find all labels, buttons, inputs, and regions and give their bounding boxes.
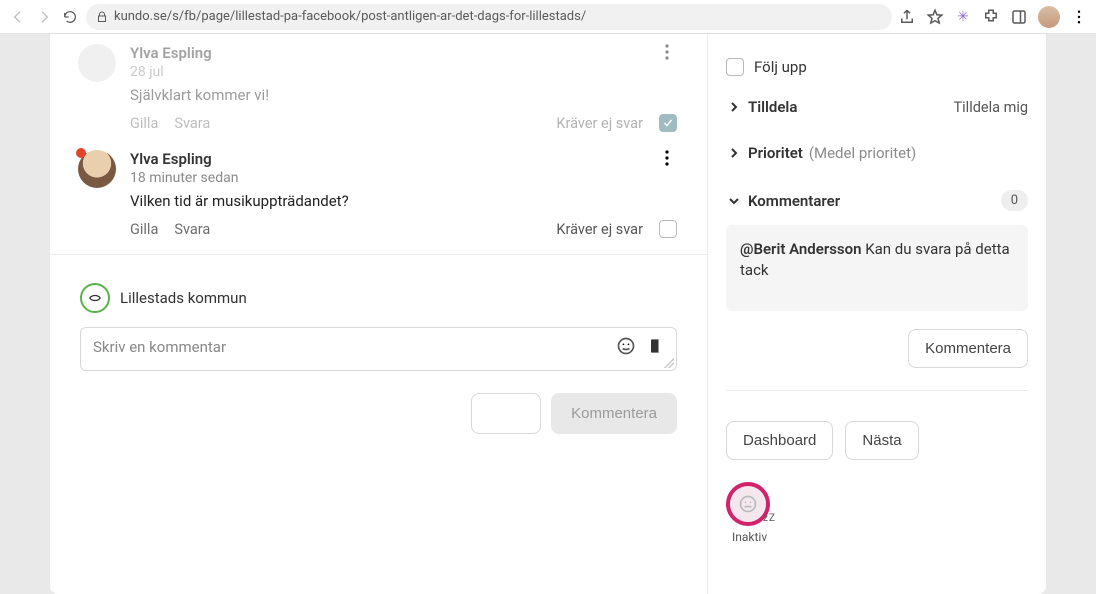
- comment-author[interactable]: Ylva Espling: [130, 150, 657, 168]
- forward-icon[interactable]: [34, 7, 54, 27]
- comment-author[interactable]: Ylva Espling: [130, 44, 657, 62]
- next-button[interactable]: Nästa: [845, 421, 918, 460]
- composer: Lillestads kommun Skriv en kommentar Kom…: [50, 255, 707, 434]
- no-reply-label: Kräver ej svar: [556, 115, 643, 132]
- dashboard-button[interactable]: Dashboard: [726, 421, 833, 460]
- comment-placeholder: Skriv en kommentar: [93, 338, 226, 356]
- mention: @Berit Andersson: [740, 240, 862, 258]
- main-card: Ylva Espling 28 jul Självklart kommer vi…: [50, 34, 1046, 594]
- internal-comment-button[interactable]: Kommentera: [908, 329, 1028, 368]
- comment-text: Självklart kommer vi!: [130, 86, 677, 104]
- assign-label: Tilldela: [748, 98, 797, 116]
- inactive-avatar[interactable]: [726, 482, 770, 526]
- priority-label: Prioritet: [748, 144, 803, 162]
- internal-comment-box[interactable]: @Berit Andersson Kan du svara på detta t…: [726, 225, 1028, 311]
- org-name: Lillestads kommun: [120, 289, 247, 307]
- emoji-icon[interactable]: [616, 336, 636, 356]
- comments-count: 0: [1001, 190, 1028, 211]
- extension-a-icon[interactable]: ✳: [954, 8, 972, 26]
- comment-time: 28 jul: [130, 64, 657, 80]
- page-wrap: Ylva Espling 28 jul Självklart kommer vi…: [0, 34, 1096, 594]
- inactive-user: Inaktiv: [726, 482, 1028, 544]
- back-icon[interactable]: [8, 7, 28, 27]
- assign-me-link[interactable]: Tilldela mig: [954, 99, 1029, 116]
- comments-row[interactable]: Kommentarer 0: [726, 176, 1028, 225]
- notebook-icon[interactable]: [646, 336, 666, 356]
- avatar: [78, 150, 116, 188]
- no-reply-checkbox[interactable]: [659, 220, 677, 238]
- priority-row[interactable]: Prioritet (Medel prioritet): [726, 130, 1028, 176]
- chrome-right: ✳: [898, 6, 1088, 28]
- more-icon[interactable]: [657, 150, 677, 166]
- extensions-icon[interactable]: [982, 8, 1000, 26]
- like-link[interactable]: Gilla: [130, 115, 158, 132]
- no-reply-checkbox[interactable]: [659, 114, 677, 132]
- comment-input[interactable]: Skriv en kommentar: [80, 327, 677, 371]
- panel-icon[interactable]: [1010, 8, 1028, 26]
- chevron-right-icon: [726, 99, 742, 115]
- follow-checkbox[interactable]: [726, 58, 744, 76]
- org-avatar: [80, 283, 110, 313]
- reply-link[interactable]: Svara: [174, 115, 210, 132]
- comments-label: Kommentarer: [748, 192, 840, 210]
- side-column: Följ upp Tilldela Tilldela mig Prioritet…: [708, 34, 1046, 594]
- assign-row[interactable]: Tilldela Tilldela mig: [726, 84, 1028, 130]
- browser-bar: kundo.se/s/fb/page/lillestad-pa-facebook…: [0, 0, 1096, 34]
- url-bar[interactable]: kundo.se/s/fb/page/lillestad-pa-facebook…: [86, 4, 892, 30]
- star-icon[interactable]: [926, 8, 944, 26]
- lock-icon: [96, 11, 108, 23]
- avatar: [78, 44, 116, 82]
- no-reply-label: Kräver ej svar: [556, 221, 643, 238]
- secondary-button[interactable]: [471, 393, 541, 434]
- submit-comment-button[interactable]: Kommentera: [551, 393, 677, 434]
- reload-icon[interactable]: [60, 7, 80, 27]
- like-link[interactable]: Gilla: [130, 221, 158, 238]
- comment-time: 18 minuter sedan: [130, 170, 657, 186]
- kebab-icon[interactable]: [1070, 8, 1088, 26]
- reply-link[interactable]: Svara: [174, 221, 210, 238]
- profile-avatar[interactable]: [1038, 6, 1060, 28]
- priority-value: (Medel prioritet): [809, 144, 916, 162]
- url-text: kundo.se/s/fb/page/lillestad-pa-facebook…: [114, 9, 586, 24]
- more-icon[interactable]: [657, 44, 677, 60]
- comment-row: Ylva Espling 18 minuter sedan Vilken tid…: [50, 140, 707, 246]
- share-icon[interactable]: [898, 8, 916, 26]
- chevron-down-icon: [726, 193, 742, 209]
- unread-dot-icon: [76, 148, 86, 158]
- follow-label: Följ upp: [754, 58, 807, 76]
- inactive-label: Inaktiv: [732, 530, 767, 544]
- chevron-right-icon: [726, 145, 742, 161]
- comment-row: Ylva Espling 28 jul Självklart kommer vi…: [50, 34, 707, 140]
- main-column: Ylva Espling 28 jul Självklart kommer vi…: [50, 34, 708, 594]
- comment-text: Vilken tid är musikuppträdandet?: [130, 192, 677, 210]
